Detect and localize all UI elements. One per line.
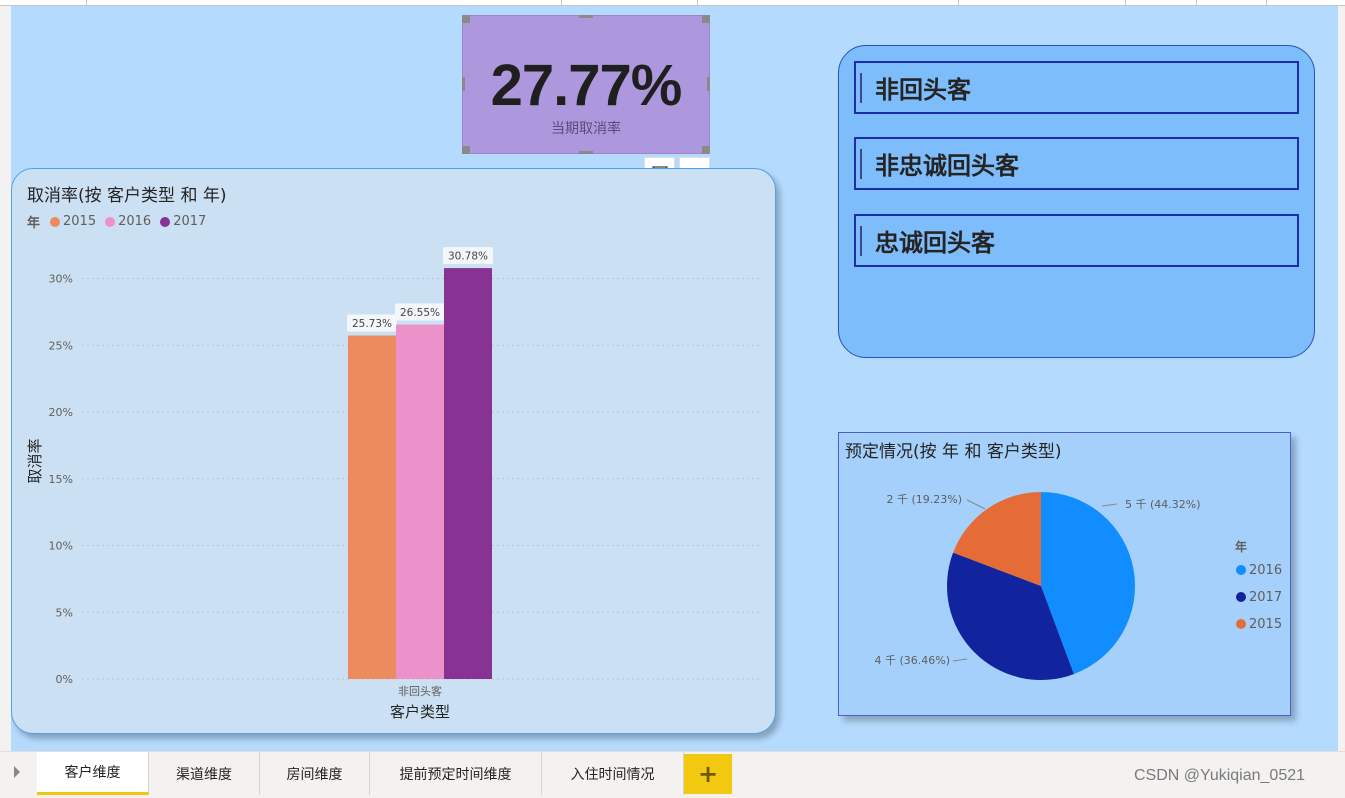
data-label: 30.78% xyxy=(448,251,488,263)
pie-legend-label: 2017 xyxy=(1249,590,1282,605)
tab-room[interactable]: 房间维度 xyxy=(260,752,370,795)
pie-legend-dot xyxy=(1236,565,1246,575)
slicer-item-loyal-repeat[interactable]: 忠诚回头客 xyxy=(854,214,1299,267)
pie-legend-dot xyxy=(1236,619,1246,629)
tab-advance-booking[interactable]: 提前预定时间维度 xyxy=(370,752,542,795)
leader-line xyxy=(966,499,986,510)
ribbon-divider xyxy=(561,0,562,5)
tab-checkin-time[interactable]: 入住时间情况 xyxy=(542,752,684,795)
slicer-item-label: 非忠诚回头客 xyxy=(875,152,1019,180)
bar-chart-card[interactable]: 取消率(按 客户类型 和 年) 年 2015 2016 2017 0% 5% 10%… xyxy=(11,168,776,734)
bar-chart-plot: 0% 5% 10% 15% 20% 25% 30% 25.73% 26.55% 30.78% 非回头… xyxy=(26,247,762,721)
y-tick-label: 0% xyxy=(56,673,73,686)
slicer-accent xyxy=(860,148,862,179)
resize-handle[interactable] xyxy=(462,77,465,91)
pie-legend-label: 2016 xyxy=(1249,563,1282,578)
x-tick-label: 非回头客 xyxy=(398,684,442,698)
slicer-accent xyxy=(860,72,862,103)
ribbon-divider xyxy=(1196,0,1197,5)
ribbon-divider xyxy=(86,0,87,5)
resize-handle[interactable] xyxy=(702,15,710,23)
kpi-value: 27.77% xyxy=(490,53,683,118)
y-tick-label: 20% xyxy=(49,406,73,419)
slicer-accent xyxy=(860,225,862,256)
y-tick-label: 10% xyxy=(49,540,73,553)
kpi-label: 当期取消率 xyxy=(551,121,621,137)
tab-scroll-arrow-icon[interactable] xyxy=(14,766,20,778)
resize-handle[interactable] xyxy=(462,146,470,154)
resize-handle[interactable] xyxy=(462,15,470,23)
pie-data-label: 5 千 (44.32%) xyxy=(1125,498,1201,511)
add-page-button[interactable]: + xyxy=(684,754,732,794)
y-axis-title: 取消率 xyxy=(26,438,44,483)
bar-2016 xyxy=(396,324,444,679)
ribbon-divider xyxy=(1266,0,1267,5)
y-tick-label: 25% xyxy=(49,339,73,352)
y-tick-label: 5% xyxy=(56,606,73,619)
pie-legend-dot xyxy=(1236,592,1246,602)
data-label: 25.73% xyxy=(352,318,392,330)
tab-customer[interactable]: 客户维度 xyxy=(37,752,149,795)
kpi-card[interactable]: 27.77% 当期取消率 xyxy=(462,15,710,154)
tab-channel[interactable]: 渠道维度 xyxy=(149,752,260,795)
page-tab-bar: 客户维度 渠道维度 房间维度 提前预定时间维度 入住时间情况 + CSDN @Y… xyxy=(0,751,1345,798)
pie-legend-label: 2015 xyxy=(1249,617,1282,632)
slicer-item-label: 忠诚回头客 xyxy=(875,229,995,257)
slicer-item-non-repeat[interactable]: 非回头客 xyxy=(854,61,1299,114)
resize-handle[interactable] xyxy=(579,15,593,18)
ribbon-divider xyxy=(697,0,698,5)
pie-legend-title: 年 xyxy=(1235,539,1247,554)
pie-data-label: 4 千 (36.46%) xyxy=(874,654,950,667)
ribbon-divider xyxy=(958,0,959,5)
slicer-item-non-loyal-repeat[interactable]: 非忠诚回头客 xyxy=(854,137,1299,190)
pie-chart-card[interactable]: 预定情况(按 年 和 客户类型) 5 千 (44.32%) 4 千 (36.46%… xyxy=(838,432,1291,716)
pie-data-label: 2 千 (19.23%) xyxy=(886,493,962,506)
customer-type-slicer: 非回头客 非忠诚回头客 忠诚回头客 xyxy=(838,45,1315,358)
bar-2017 xyxy=(444,268,492,679)
leader-line xyxy=(952,658,968,662)
leader-line xyxy=(1101,503,1118,507)
x-axis-title: 客户类型 xyxy=(390,703,450,721)
resize-handle[interactable] xyxy=(702,146,710,154)
y-tick-label: 15% xyxy=(49,473,73,486)
watermark-text: CSDN @Yukiqian_0521 xyxy=(1134,767,1306,784)
data-label: 26.55% xyxy=(400,307,440,319)
resize-handle[interactable] xyxy=(707,77,710,91)
report-canvas: 27.77% 当期取消率 取消率(按 客户类型 和 年) 年 2015 2016… xyxy=(11,6,1338,751)
slicer-item-label: 非回头客 xyxy=(875,76,971,104)
pie-chart-plot: 5 千 (44.32%)4 千 (36.46%)2 千 (19.23%)年201… xyxy=(874,492,1282,680)
ribbon-divider xyxy=(1125,0,1126,5)
resize-handle[interactable] xyxy=(579,151,593,154)
bar-2015 xyxy=(348,335,396,679)
y-tick-label: 30% xyxy=(49,273,73,286)
